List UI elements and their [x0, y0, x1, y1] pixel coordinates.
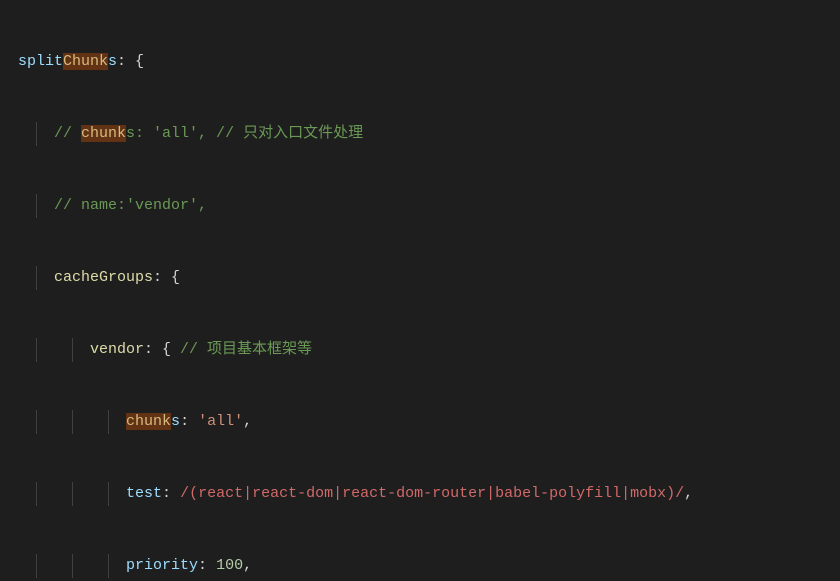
comment: // name:'vendor',	[54, 197, 207, 214]
code-line: // name:'vendor',	[0, 194, 840, 218]
highlight-match: chunk	[126, 413, 171, 430]
number-literal: 100	[216, 557, 243, 574]
property-key: cacheGroups	[54, 269, 153, 286]
code-line: // chunks: 'all', // 只对入口文件处理	[0, 122, 840, 146]
property-key: s	[171, 413, 180, 430]
code-line: priority: 100,	[0, 554, 840, 578]
punctuation: :	[180, 413, 198, 430]
punctuation: : {	[144, 341, 180, 358]
punctuation: ,	[684, 485, 693, 502]
property-key: split	[18, 53, 63, 70]
highlight-match: chunk	[81, 125, 126, 142]
punctuation: : {	[153, 269, 180, 286]
property-key: priority	[126, 557, 198, 574]
punctuation: : {	[117, 53, 144, 70]
punctuation: :	[198, 557, 216, 574]
code-line: splitChunks: {	[0, 50, 840, 74]
regex-literal: /(react|react-dom|react-dom-router|babel…	[180, 485, 684, 502]
comment: // chunks: 'all', // 只对入口文件处理	[54, 125, 363, 142]
property-key: vendor	[90, 341, 144, 358]
string-literal: 'all'	[198, 413, 243, 430]
property-key: s	[108, 53, 117, 70]
punctuation: ,	[243, 557, 252, 574]
comment: // 项目基本框架等	[180, 341, 312, 358]
property-key: test	[126, 485, 162, 502]
code-line: chunks: 'all',	[0, 410, 840, 434]
code-line: cacheGroups: {	[0, 266, 840, 290]
code-line: test: /(react|react-dom|react-dom-router…	[0, 482, 840, 506]
punctuation: :	[162, 485, 180, 502]
highlight-match: Chunk	[63, 53, 108, 70]
punctuation: ,	[243, 413, 252, 430]
code-line: vendor: { // 项目基本框架等	[0, 338, 840, 362]
code-editor[interactable]: splitChunks: { // chunks: 'all', // 只对入口…	[0, 0, 840, 581]
